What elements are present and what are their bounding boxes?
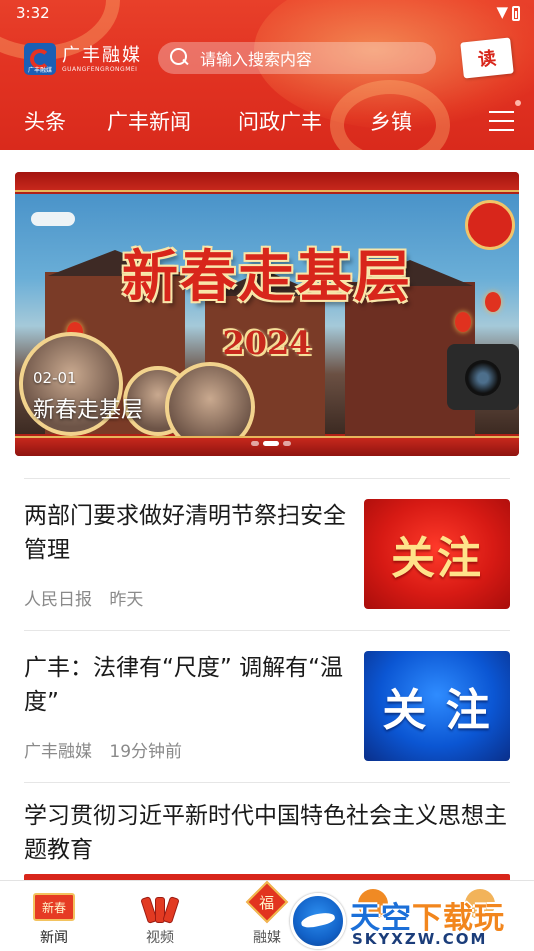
divider [24,782,510,783]
fu-character: 福 [259,893,275,912]
battery-icon [512,6,520,21]
banner-title: 新春走基层 [122,244,412,310]
divider [24,630,510,631]
firecracker-icon [140,887,180,924]
tab-public-inquiry[interactable]: 问政广丰 [238,106,322,136]
news-source: 人民日报 [24,590,92,610]
news-time: 昨天 [109,590,144,610]
search-placeholder[interactable]: 请输入搜索内容 [200,46,312,70]
banner-date: 02-01 [33,369,77,387]
banner-top-border [15,172,519,192]
watermark-logo-icon [290,893,346,949]
drone-icon [31,212,75,226]
brand-name: 广丰融媒 [62,45,142,66]
carousel-dot-active[interactable] [263,441,279,446]
channel-nav: 头条 广丰新闻 问政广丰 乡镇 [0,100,534,140]
carousel-dot[interactable] [283,441,291,446]
read-newspaper-button[interactable]: 读 [460,37,514,79]
search-bar[interactable]: 请输入搜索内容 [158,42,436,74]
news-title[interactable]: 两部门要求做好清明节祭扫安全管理 [24,499,354,567]
banner-year: 2024 [222,324,312,362]
news-thumbnail[interactable]: 关注 [364,499,510,609]
news-title[interactable]: 广丰：法律有“尺度” 调解有“温度” [24,651,354,719]
brand-pinyin: GUANGFENGRONGMEI [62,66,138,73]
search-icon [170,48,190,68]
news-title[interactable]: 学习贯彻习近平新时代中国特色社会主义思想主题教育 [24,799,510,867]
app-logo: 广丰融媒 [24,43,56,75]
divider [24,478,510,479]
status-time: 3:32 [16,4,50,22]
tab-label: 新闻 [40,930,68,946]
news-thumbnail[interactable]: 关 注 [364,651,510,761]
news-meta: 广丰融媒 19分钟前 [24,737,182,762]
logo-caption: 广丰融媒 [27,67,52,74]
tab-guangfeng-news[interactable]: 广丰新闻 [107,106,191,136]
news-source: 广丰融媒 [24,742,92,762]
hamburger-menu-icon[interactable] [489,111,514,131]
tab-video[interactable]: 视频 [120,881,200,951]
tab-news[interactable]: 新春 新闻 [14,881,94,951]
news-time: 19分钟前 [109,742,183,762]
fu-diamond-icon: 福 [245,880,289,924]
app-header: 3:32 ▼ 广丰融媒 广丰融媒 GUANGFENGRONGMEI 请输入搜索内… [0,0,534,150]
tab-label: 视频 [146,930,174,946]
tab-headlines[interactable]: 头条 [24,106,66,136]
notification-dot [515,100,521,106]
news-item[interactable]: 学习贯彻习近平新时代中国特色社会主义思想主题教育 [24,799,510,869]
carousel-indicator [251,441,291,447]
news-item[interactable]: 广丰：法律有“尺度” 调解有“温度” 广丰融媒 19分钟前 关 注 [24,651,510,763]
read-badge-label: 读 [477,48,498,71]
tab-townships[interactable]: 乡镇 [370,106,412,136]
watermark-domain: SKYXZW.COM [352,930,488,948]
banner-carousel[interactable]: 新春走基层 2024 02-01 新春走基层 [15,172,519,456]
wifi-icon: ▼ [496,3,508,21]
news-item[interactable]: 两部门要求做好清明节祭扫安全管理 人民日报 昨天 关注 [24,499,510,611]
banner-caption[interactable]: 新春走基层 [33,392,143,424]
spring-festival-icon: 新春 [33,893,75,921]
status-bar: 3:32 ▼ [0,0,534,28]
carousel-dot[interactable] [251,441,259,446]
news-meta: 人民日报 昨天 [24,585,143,610]
